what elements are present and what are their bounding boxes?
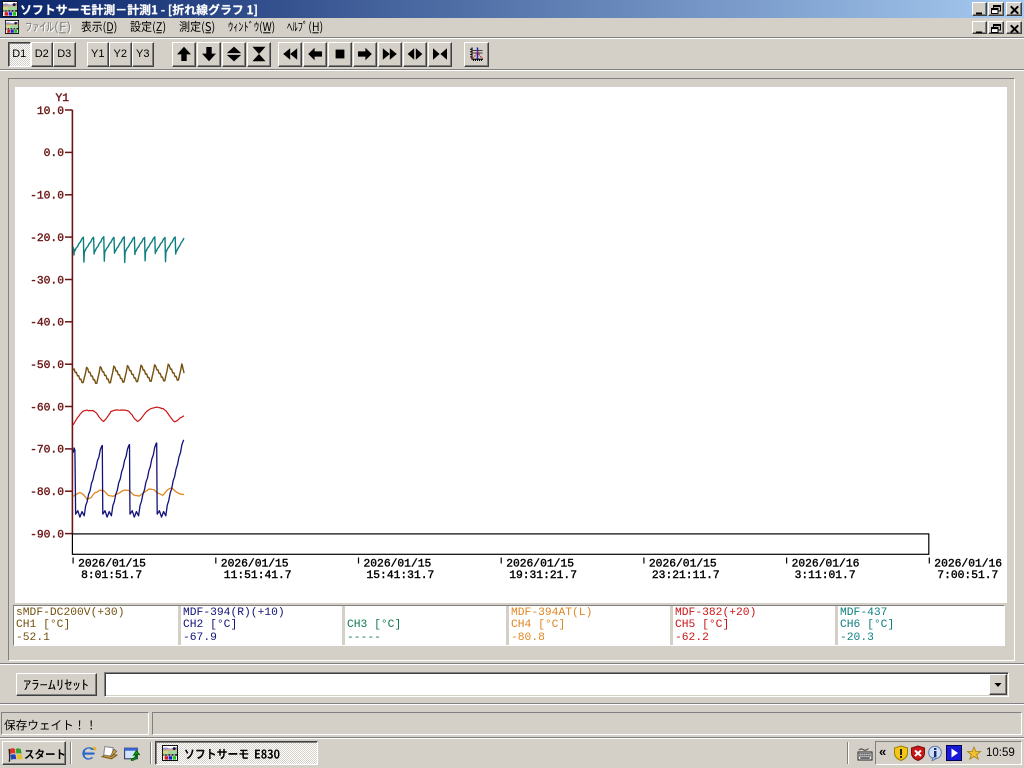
- svg-text:-60.0: -60.0: [30, 402, 64, 414]
- svg-text:11:51:41.7: 11:51:41.7: [224, 570, 292, 582]
- svg-text:-10.0: -10.0: [30, 191, 64, 203]
- svg-text:2026/01/16: 2026/01/16: [934, 559, 1002, 571]
- svg-text:-90.0: -90.0: [30, 529, 64, 541]
- svg-text:-30.0: -30.0: [30, 275, 64, 287]
- svg-text:2026/01/15: 2026/01/15: [364, 559, 432, 571]
- svg-text:2026/01/15: 2026/01/15: [649, 559, 717, 571]
- svg-text:Y1: Y1: [55, 93, 69, 105]
- svg-text:2026/01/15: 2026/01/15: [506, 559, 574, 571]
- svg-text:8:01:51.7: 8:01:51.7: [81, 570, 142, 582]
- svg-text:-40.0: -40.0: [30, 318, 64, 330]
- svg-text:2026/01/15: 2026/01/15: [78, 559, 146, 571]
- svg-text:0.0: 0.0: [44, 148, 65, 160]
- svg-text:15:41:31.7: 15:41:31.7: [367, 570, 435, 582]
- svg-text:2026/01/15: 2026/01/15: [221, 559, 289, 571]
- svg-text:10.0: 10.0: [37, 106, 64, 118]
- svg-text:3:11:01.7: 3:11:01.7: [795, 570, 856, 582]
- svg-text:-70.0: -70.0: [30, 445, 64, 457]
- svg-text:-80.0: -80.0: [30, 487, 64, 499]
- svg-text:-50.0: -50.0: [30, 360, 64, 372]
- svg-text:-20.0: -20.0: [30, 233, 64, 245]
- svg-text:2026/01/16: 2026/01/16: [792, 559, 860, 571]
- svg-text:23:21:11.7: 23:21:11.7: [652, 570, 720, 582]
- svg-text:19:31:21.7: 19:31:21.7: [509, 570, 577, 582]
- svg-text:7:00:51.7: 7:00:51.7: [937, 570, 998, 582]
